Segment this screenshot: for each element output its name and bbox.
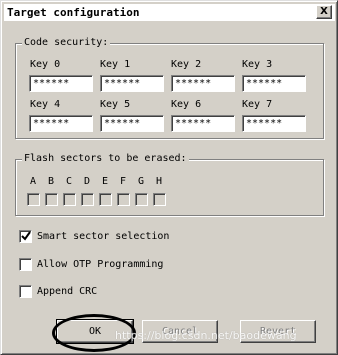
- title-bar[interactable]: Target configuration X: [4, 4, 335, 21]
- sector-a-label: A: [29, 176, 37, 187]
- smart-sector-selection-label: Smart sector selection: [37, 231, 170, 242]
- sector-c-label: C: [65, 176, 73, 187]
- cancel-button[interactable]: Cancel: [142, 320, 218, 343]
- sector-g-checkbox[interactable]: [135, 193, 148, 206]
- sector-e-checkbox[interactable]: [99, 193, 112, 206]
- close-button[interactable]: X: [316, 5, 332, 19]
- key-1-field[interactable]: ******: [100, 75, 164, 92]
- key-3-field[interactable]: ******: [242, 75, 306, 92]
- key-4-field[interactable]: ******: [29, 115, 93, 132]
- smart-sector-selection-checkbox[interactable]: [19, 230, 32, 243]
- key-0-field[interactable]: ******: [29, 75, 93, 92]
- key-2-label: Key 2: [171, 59, 202, 70]
- key-5-label: Key 5: [100, 99, 131, 110]
- flash-sectors-label: Flash sectors to be erased:: [22, 153, 189, 165]
- key-4-label: Key 4: [30, 99, 61, 110]
- key-6-label: Key 6: [171, 99, 202, 110]
- sector-d-label: D: [83, 176, 91, 187]
- ok-button[interactable]: OK: [56, 319, 134, 344]
- sector-f-checkbox[interactable]: [117, 193, 130, 206]
- sector-e-label: E: [101, 176, 109, 187]
- allow-otp-programming-checkbox[interactable]: [19, 258, 32, 271]
- allow-otp-programming-label: Allow OTP Programming: [37, 259, 164, 270]
- sector-c-checkbox[interactable]: [63, 193, 76, 206]
- sector-b-checkbox[interactable]: [45, 193, 58, 206]
- sector-g-label: G: [137, 176, 145, 187]
- append-crc-checkbox[interactable]: [19, 285, 32, 298]
- sector-h-checkbox[interactable]: [153, 193, 166, 206]
- checkmark-icon: [21, 231, 31, 241]
- close-icon: X: [320, 6, 328, 17]
- code-security-label: Code security:: [22, 37, 111, 49]
- sector-h-label: H: [155, 176, 163, 187]
- key-6-field[interactable]: ******: [171, 115, 235, 132]
- key-7-field[interactable]: ******: [242, 115, 306, 132]
- window-title: Target configuration: [7, 6, 140, 19]
- key-0-label: Key 0: [30, 59, 61, 70]
- sector-b-label: B: [47, 176, 55, 187]
- append-crc-label: Append CRC: [37, 286, 98, 297]
- sector-f-label: F: [119, 176, 127, 187]
- target-configuration-dialog: Target configuration X Code security: Ke…: [0, 0, 338, 355]
- key-2-field[interactable]: ******: [171, 75, 235, 92]
- sector-a-checkbox[interactable]: [27, 193, 40, 206]
- revert-button[interactable]: Revert: [240, 320, 316, 343]
- key-7-label: Key 7: [242, 99, 273, 110]
- sector-d-checkbox[interactable]: [81, 193, 94, 206]
- key-5-field[interactable]: ******: [100, 115, 164, 132]
- key-3-label: Key 3: [242, 59, 273, 70]
- key-1-label: Key 1: [100, 59, 131, 70]
